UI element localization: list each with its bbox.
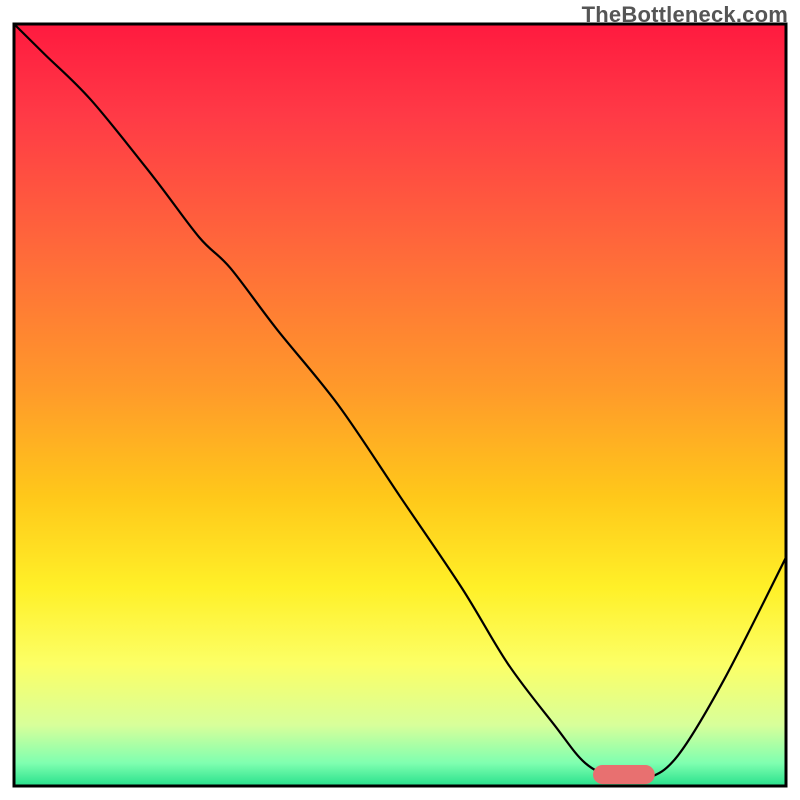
gradient-background	[14, 24, 786, 786]
bottleneck-chart	[0, 0, 800, 800]
optimal-range-marker	[593, 765, 655, 784]
watermark-text: TheBottleneck.com	[582, 2, 788, 28]
